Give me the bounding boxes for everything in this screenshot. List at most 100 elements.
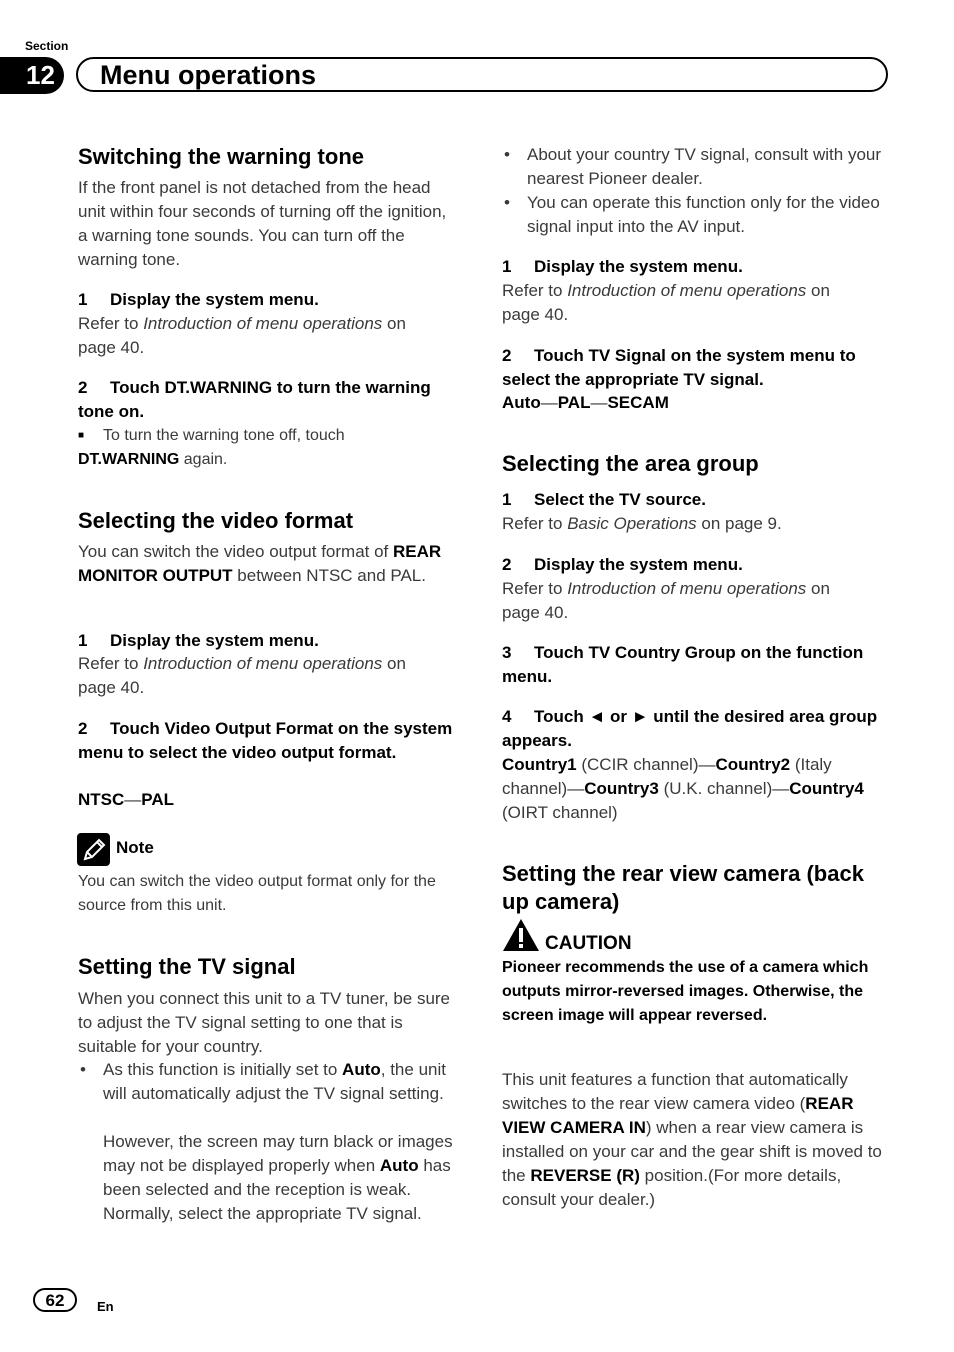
bullet-dot: • [504, 145, 510, 164]
step-text: Touch DT.WARNING to turn the warning ton… [78, 378, 431, 421]
warning-tone-tip: To turn the warning tone off, touch [103, 427, 345, 444]
option-auto: Auto [502, 393, 541, 412]
tv-signal-options: Auto—PAL—SECAM [502, 391, 892, 415]
step-number: 2 [502, 555, 512, 574]
option-desc: (U.K. channel) [658, 779, 773, 798]
bullet-prefix: As this function is initially set to [103, 1060, 343, 1079]
bullet-text: About your country TV signal, consult wi… [527, 145, 882, 188]
ref-prefix: Refer to [502, 579, 568, 598]
ref-suffix: on page 9. [696, 514, 782, 533]
heading-warning-tone: Switching the warning tone [78, 144, 364, 169]
tv-signal-bullet-1: • As this function is initially set to Au… [78, 1058, 463, 1106]
area-group-step-4: 4 Touch ◄ or ► until the desired area gro… [502, 705, 882, 753]
heading-tv-signal: Setting the TV signal [78, 954, 296, 979]
step-number: 1 [502, 257, 512, 276]
section-number-badge: 12 [0, 57, 64, 94]
tv-signal-step-1: 1 Display the system menu. [502, 255, 892, 279]
ref-link[interactable]: Introduction of menu operations [143, 314, 382, 333]
step-text: Display the system menu. [110, 290, 319, 309]
separator: — [698, 755, 716, 774]
warning-tone-step-1-ref: Refer to Introduction of menu operations… [78, 312, 448, 360]
option-desc: (CCIR channel) [576, 755, 699, 774]
option-pal: PAL [141, 790, 175, 809]
step-number: 1 [78, 290, 88, 309]
tv-signal-intro: When you connect this unit to a TV tuner… [78, 989, 451, 1056]
area-group-options: Country1 (CCIR channel)—Country2 (Italy … [502, 753, 882, 825]
step-text: Display the system menu. [110, 631, 319, 650]
separator: — [567, 779, 585, 798]
tv-signal-bullet-1-cont: However, the screen may turn black or im… [78, 1130, 463, 1226]
area-group-step-3: 3 Touch TV Country Group on the function … [502, 641, 882, 689]
pencil-note-icon [77, 833, 110, 866]
ref-link[interactable]: Introduction of menu operations [567, 281, 806, 300]
step-number: 2 [502, 346, 512, 365]
step-number: 1 [502, 490, 512, 509]
area-group-step-2-ref: Refer to Introduction of menu operations… [502, 577, 872, 625]
page-number: 62 [33, 1288, 77, 1312]
step-number: 2 [78, 719, 88, 738]
ref-prefix: Refer to [78, 654, 144, 673]
note-label: Note [116, 838, 154, 857]
video-format-options: NTSC—PAL [78, 788, 468, 812]
option-country4: Country4 [789, 779, 864, 798]
bullet-text: You can operate this function only for t… [527, 193, 880, 236]
option-country1: Country1 [502, 755, 577, 774]
section-label: Section [25, 39, 69, 53]
separator: — [772, 779, 790, 798]
step-text: Select the TV source. [534, 490, 706, 509]
option-pal: PAL [557, 393, 591, 412]
step-number: 2 [78, 378, 88, 397]
video-format-step-2: 2 Touch Video Output Format on the system… [78, 717, 463, 765]
ref-prefix: Refer to [502, 514, 568, 533]
cont-bold: Auto [379, 1156, 419, 1175]
bullet-bold: Auto [342, 1060, 381, 1079]
step-number: 4 [502, 707, 512, 726]
ref-link[interactable]: Introduction of menu operations [567, 579, 806, 598]
step-text: Touch TV Signal on the system menu to se… [502, 346, 856, 389]
note-text: You can switch the video output format o… [78, 873, 436, 914]
caution-warning-icon [502, 918, 540, 957]
warning-tone-step-2: 2 Touch DT.WARNING to turn the warning to… [78, 376, 453, 424]
separator: — [124, 790, 142, 809]
tip-post: again. [179, 451, 228, 468]
square-bullet-icon: ■ [78, 430, 85, 441]
caution-label: CAUTION [545, 933, 632, 954]
ref-link[interactable]: Introduction of menu operations [143, 654, 382, 673]
ref-prefix: Refer to [78, 314, 144, 333]
area-group-step-1: 1 Select the TV source. [502, 488, 892, 512]
separator: — [590, 393, 608, 412]
video-format-intro: You can switch the video output format o… [78, 540, 463, 588]
area-group-step-1-ref: Refer to Basic Operations on page 9. [502, 512, 892, 536]
body-prefix: This unit features a function that autom… [502, 1070, 848, 1113]
step-text: Touch ◄ or ► until the desired area grou… [502, 707, 878, 750]
language-label: En [97, 1299, 114, 1314]
option-desc: (OIRT channel) [502, 803, 618, 822]
warning-tone-step-1: 1 Display the system menu. [78, 288, 468, 312]
step-text: Display the system menu. [534, 257, 743, 276]
body-bold-reverse: REVERSE (R) [530, 1166, 640, 1185]
intro-suffix: between NTSC and PAL. [232, 566, 426, 585]
option-secam: SECAM [607, 393, 669, 412]
tv-signal-step-1-ref: Refer to Introduction of menu operations… [502, 279, 872, 327]
step-text: Touch Video Output Format on the system … [78, 719, 453, 762]
warning-tone-tip-cont: DT.WARNING again. [78, 448, 468, 472]
separator: — [540, 393, 558, 412]
step-number: 3 [502, 643, 512, 662]
heading-area-group: Selecting the area group [502, 451, 759, 476]
video-format-step-1-ref: Refer to Introduction of menu operations… [78, 652, 448, 700]
rear-camera-body: This unit features a function that autom… [502, 1068, 892, 1212]
bullet-dot: • [80, 1060, 86, 1079]
tip-bold: DT.WARNING [78, 451, 180, 468]
ref-link[interactable]: Basic Operations [567, 514, 696, 533]
intro-prefix: You can switch the video output format o… [78, 542, 394, 561]
option-country3: Country3 [584, 779, 659, 798]
page-title: Menu operations [100, 60, 317, 90]
bullet-dot: • [504, 193, 510, 212]
option-ntsc: NTSC [78, 790, 125, 809]
tv-signal-bullet-2: • About your country TV signal, consult w… [502, 143, 887, 191]
heading-video-format: Selecting the video format [78, 508, 354, 533]
video-format-step-1: 1 Display the system menu. [78, 629, 468, 653]
caution-text: Pioneer recommends the use of a camera w… [502, 959, 869, 1024]
option-country2: Country2 [715, 755, 791, 774]
area-group-step-2: 2 Display the system menu. [502, 553, 892, 577]
